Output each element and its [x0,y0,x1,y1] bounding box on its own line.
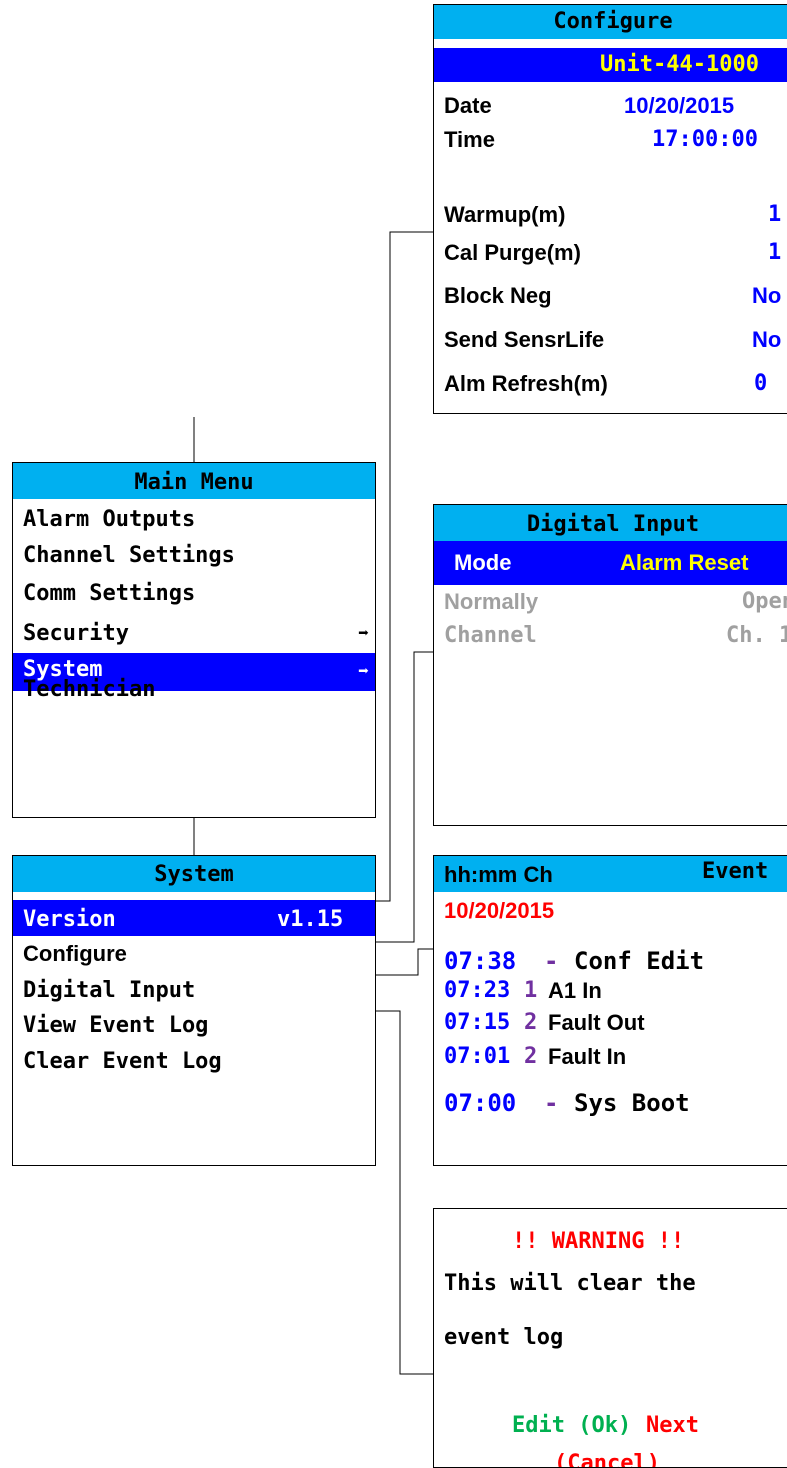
alm-refresh-label: Alm Refresh(m) [444,371,608,396]
main-menu-title: Main Menu [13,463,375,499]
date-label: Date [444,93,492,118]
alm-refresh-value: 0 [754,371,768,396]
digital-input-mode-row[interactable]: Mode Alarm Reset [434,541,787,585]
channel-label: Channel [444,623,537,648]
version-value: v1.15 [277,907,344,932]
event-log-header-left: hh:mm Ch [444,862,553,887]
event-log-panel: hh:mm Ch Event 10/20/2015 07:38 - Conf E… [433,855,787,1166]
connector-digital-input [376,651,434,943]
event-time: 07:38 [444,947,517,975]
normally-value: Open [742,589,787,614]
menu-item-label: Security [23,621,129,646]
system-item-label: View Event Log [23,1013,209,1038]
configure-panel: Configure Unit-44-1000 Date 10/20/2015 T… [433,4,787,414]
message-line2: event log [444,1325,564,1350]
mode-value: Alarm Reset [620,550,749,575]
warning-text: !! WARNING !! [512,1229,685,1254]
cal-purge-value: 1 [768,240,782,265]
event-channel: 2 [524,1044,538,1069]
block-neg-label: Block Neg [444,283,552,308]
arrow-right-icon: ➡ [358,661,369,682]
system-version-row[interactable]: Version v1.15 [13,900,375,936]
digital-input-title: Digital Input [434,505,787,541]
clear-log-panel: !! WARNING !! This will clear the event … [433,1208,787,1468]
event-channel: - [544,947,559,975]
connector-configure [376,231,434,902]
event-log-date-text: 10/20/2015 [444,898,555,923]
message-line1: This will clear the [444,1271,696,1296]
event-channel: 1 [524,978,538,1003]
mode-label: Mode [454,550,512,575]
arrow-right-icon: ➡ [358,623,369,644]
configure-unit-row[interactable]: Unit-44-1000 [434,48,787,82]
warmup-label: Warmup(m) [444,202,566,227]
event-name: Fault Out [548,1010,645,1035]
version-label: Version [23,907,116,932]
date-value: 10/20/2015 [624,93,735,118]
event-log-header: hh:mm Ch Event [434,856,787,892]
edit-ok-button[interactable]: Edit (Ok) [512,1409,631,1443]
normally-label: Normally [444,589,539,614]
warmup-value: 1 [768,202,782,227]
configure-title: Configure [434,5,787,39]
main-menu-panel: Main Menu Alarm Outputs Channel Settings… [12,462,376,818]
event-time: 07:23 [444,978,511,1003]
cal-purge-label: Cal Purge(m) [444,240,581,265]
system-title: System [13,856,375,892]
system-item-label: Configure [23,941,127,966]
connector-event-log [376,948,434,976]
event-channel: - [544,1089,559,1117]
event-channel: 2 [524,1010,538,1035]
event-time: 07:15 [444,1010,511,1035]
time-label: Time [444,127,495,152]
time-value: 17:00:00 [652,127,758,152]
menu-item-label: Comm Settings [23,581,196,606]
event-time: 07:00 [444,1089,517,1117]
block-neg-value: No [752,283,782,308]
next-button[interactable]: Next [646,1409,699,1443]
system-panel: System Version v1.15 Configure Digital I… [12,855,376,1166]
send-sensrlife-label: Send SensrLife [444,327,605,352]
system-item-label: Clear Event Log [23,1049,222,1074]
event-name: Fault In [548,1044,627,1069]
digital-input-panel: Digital Input Mode Alarm Reset Normally … [433,504,787,826]
event-log-header-right: Event [702,859,769,884]
menu-item-label: Technician [23,677,156,702]
menu-item-label: Alarm Outputs [23,507,196,532]
event-name: Conf Edit [574,947,705,975]
send-sensrlife-value: No [752,327,782,352]
unit-name: Unit-44-1000 [600,52,759,77]
event-name: A1 In [548,978,602,1003]
menu-item-label: Channel Settings [23,543,235,568]
event-time: 07:01 [444,1044,511,1069]
event-name: Sys Boot [574,1089,690,1117]
connector-clear-log [376,1010,434,1375]
system-item-label: Digital Input [23,978,196,1003]
channel-value: Ch. 1 [726,623,787,648]
